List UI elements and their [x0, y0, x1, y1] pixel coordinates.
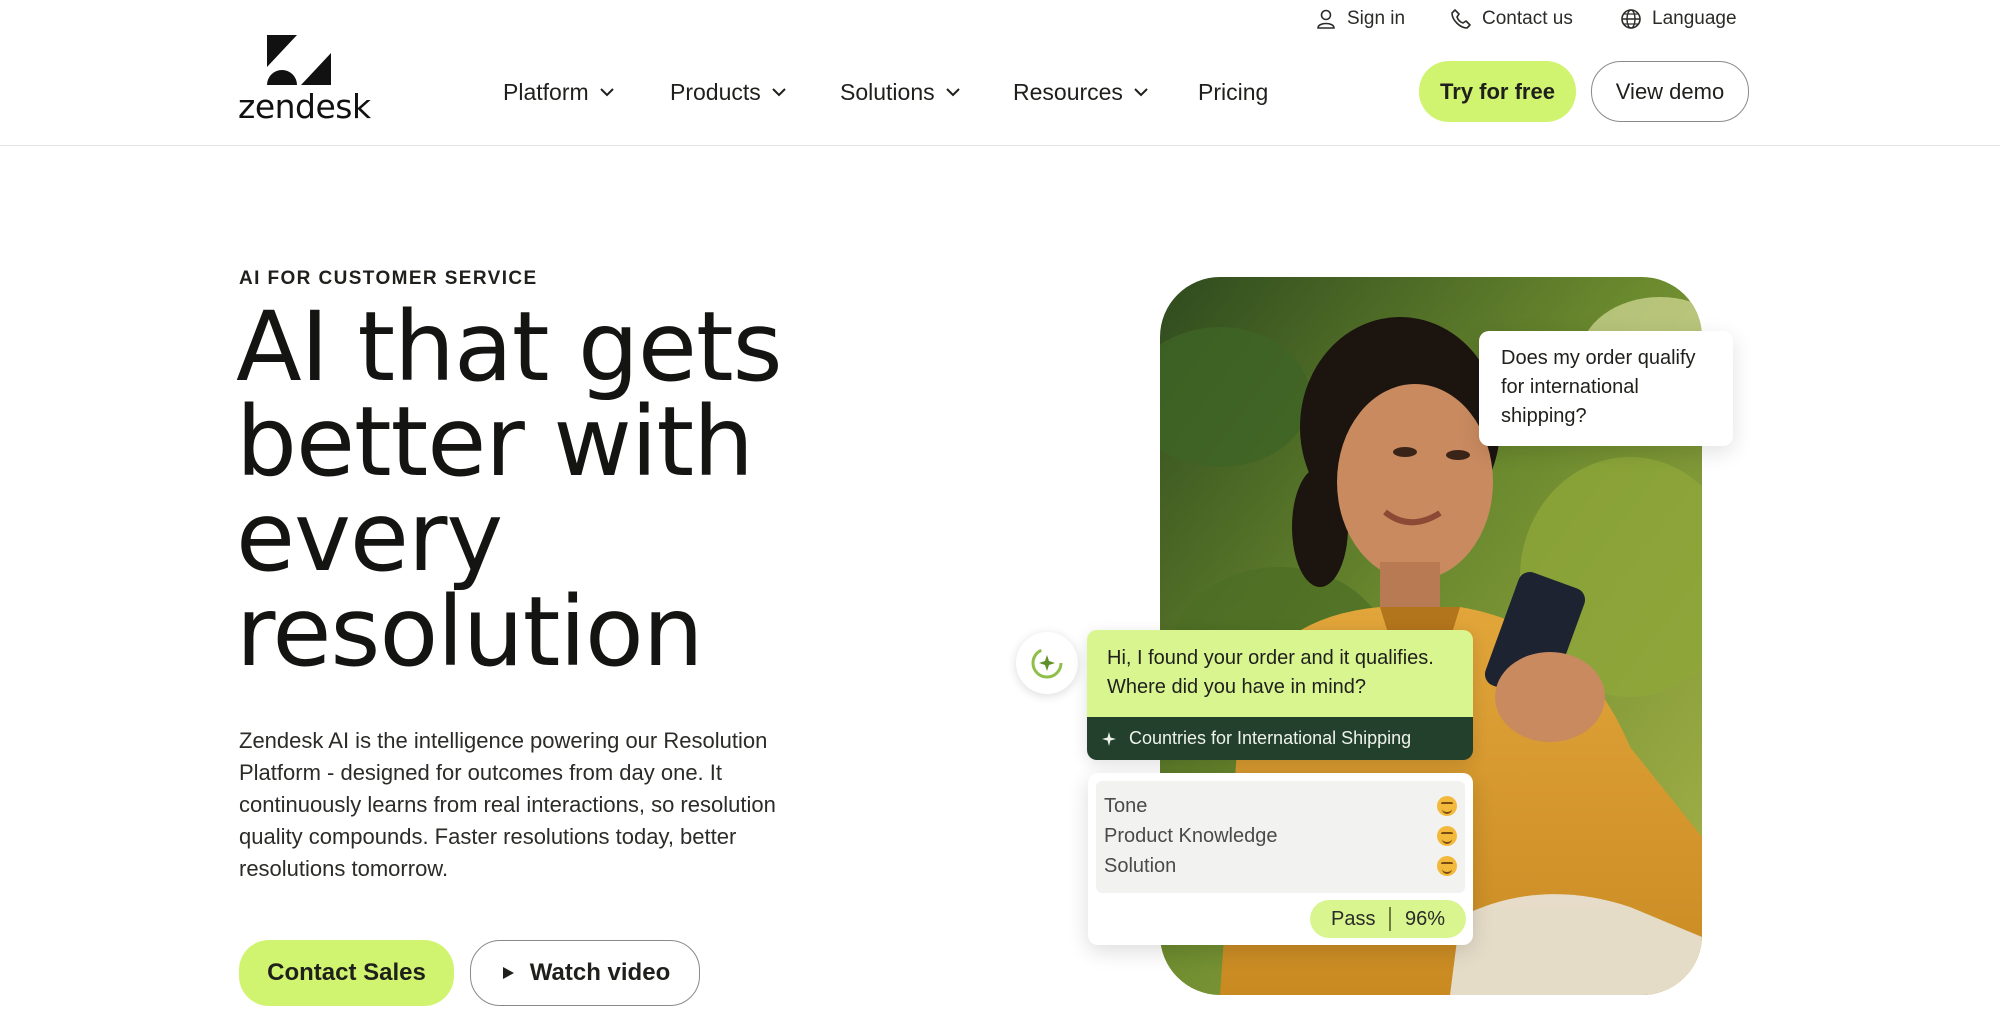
ai-reply-bubble: Hi, I found your order and it qualifies.…: [1087, 630, 1473, 760]
pass-label: Pass: [1331, 907, 1376, 930]
language-selector[interactable]: Language: [1620, 6, 1737, 32]
score-row-product-knowledge: Product Knowledge: [1104, 821, 1457, 851]
hero-headline: AI that gets better with every resolutio…: [236, 291, 783, 688]
smile-emoji-icon: [1437, 826, 1457, 846]
quality-score-card: Tone Product Knowledge Solution Pass 96%: [1088, 773, 1473, 945]
sparkle-icon: [1102, 731, 1116, 746]
sign-in-link[interactable]: Sign in: [1315, 6, 1405, 32]
knowledge-source-chip: Countries for International Shipping: [1087, 717, 1473, 760]
nav-item-label: Solutions: [840, 78, 935, 105]
nav-item-label: Platform: [503, 78, 589, 105]
ai-reply-text: Hi, I found your order and it qualifies.…: [1087, 630, 1473, 717]
nav-item-label: Resources: [1013, 78, 1123, 105]
nav-item-label: Products: [670, 78, 761, 105]
nav-item-platform[interactable]: Platform: [503, 70, 615, 114]
smile-emoji-icon: [1437, 856, 1457, 876]
smile-emoji-icon: [1437, 796, 1457, 816]
phone-icon: [1451, 9, 1471, 29]
watch-video-button[interactable]: Watch video: [470, 940, 700, 1006]
customer-question-bubble: Does my order qualify for international …: [1479, 331, 1733, 446]
knowledge-source-label: Countries for International Shipping: [1129, 728, 1412, 748]
person-icon: [1317, 9, 1335, 29]
chevron-down-icon: [772, 88, 786, 97]
contact-sales-button[interactable]: Contact Sales: [239, 940, 454, 1006]
chevron-down-icon: [599, 88, 614, 97]
nav-item-pricing[interactable]: Pricing: [1198, 70, 1268, 114]
pass-score-pill: Pass 96%: [1310, 900, 1466, 938]
nav-item-resources[interactable]: Resources: [1013, 70, 1149, 114]
nav-item-label: Pricing: [1198, 78, 1269, 105]
score-list: Tone Product Knowledge Solution: [1096, 781, 1465, 893]
pill-divider: [1389, 907, 1391, 931]
chevron-down-icon: [945, 88, 960, 97]
try-for-free-button[interactable]: Try for free: [1419, 61, 1576, 122]
score-label: Tone: [1104, 794, 1148, 817]
hero-body-text: Zendesk AI is the intelligence powering …: [239, 728, 776, 881]
zendesk-logo[interactable]: zendesk: [238, 35, 371, 126]
contact-us-label: Contact us: [1482, 8, 1573, 29]
chevron-down-icon: [1134, 88, 1148, 97]
zendesk-logo-mark-icon: [267, 35, 331, 85]
score-percent: 96%: [1404, 907, 1445, 930]
watch-video-label: Watch video: [529, 959, 671, 986]
logo-wordmark: zendesk: [238, 87, 371, 126]
ai-agent-avatar: [1016, 632, 1078, 694]
globe-icon: [1621, 9, 1641, 29]
hero-eyebrow: AI FOR CUSTOMER SERVICE: [239, 268, 538, 289]
contact-us-link[interactable]: Contact us: [1450, 6, 1573, 32]
site-header: zendesk Sign in Contact us Language Plat…: [0, 0, 2000, 146]
score-row-solution: Solution: [1104, 851, 1457, 881]
sign-in-label: Sign in: [1347, 8, 1406, 29]
language-label: Language: [1652, 8, 1737, 29]
ai-sparkle-icon: [1031, 647, 1063, 679]
view-demo-button[interactable]: View demo: [1591, 61, 1749, 122]
nav-item-products[interactable]: Products: [670, 70, 787, 114]
score-label: Solution: [1104, 854, 1177, 877]
score-row-tone: Tone: [1104, 791, 1457, 821]
play-icon: [502, 967, 514, 979]
nav-item-solutions[interactable]: Solutions: [840, 70, 961, 114]
score-label: Product Knowledge: [1104, 824, 1278, 847]
